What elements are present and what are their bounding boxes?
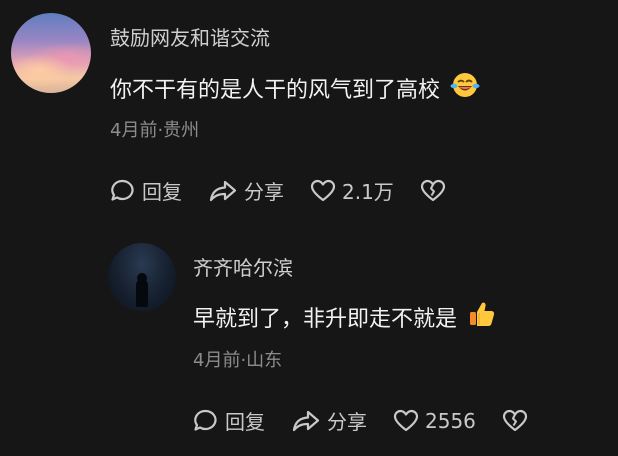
like-count: 2.1万 [342, 180, 394, 204]
thumbs-up-emoji-icon [467, 299, 497, 335]
like-button[interactable]: 2.1万 [310, 176, 394, 205]
share-label: 分享 [244, 180, 284, 204]
reply-reply-button[interactable]: 回复 [193, 406, 265, 435]
avatar[interactable] [11, 13, 91, 93]
like-count: 2556 [425, 408, 476, 433]
reply-dislike-button[interactable] [502, 409, 534, 433]
avatar-figure [136, 279, 148, 307]
comment-text-body: 你不干有的是人干的风气到了高校 [110, 78, 441, 103]
dislike-button[interactable] [420, 179, 452, 203]
reply-text-body: 早就到了，非升即走不就是 [193, 307, 458, 332]
reply-avatar[interactable] [108, 243, 176, 311]
share-button[interactable]: 分享 [208, 176, 284, 205]
share-label: 分享 [327, 410, 367, 434]
reply-label: 回复 [225, 410, 265, 434]
reply-share-button[interactable]: 分享 [291, 406, 367, 435]
reply-username[interactable]: 齐齐哈尔滨 [193, 252, 293, 281]
heart-icon [393, 409, 419, 431]
broken-heart-icon [502, 409, 528, 431]
reply-actions: 回复 分享 2556 [193, 406, 560, 435]
comment-username[interactable]: 鼓励网友和谐交流 [110, 22, 270, 51]
share-arrow-icon [292, 410, 320, 431]
heart-icon [310, 179, 336, 201]
share-arrow-icon [209, 180, 237, 201]
broken-heart-icon [420, 179, 445, 201]
reply-text: 早就到了，非升即走不就是 [193, 299, 497, 335]
laughing-crying-emoji-icon [450, 70, 480, 106]
comment-bubble-icon [194, 409, 217, 431]
comment-meta: 4月前·贵州 [110, 120, 200, 141]
reply-meta: 4月前·山东 [193, 350, 283, 371]
comment-text: 你不干有的是人干的风气到了高校 [110, 70, 480, 106]
reply-button[interactable]: 回复 [110, 176, 182, 205]
reply-like-button[interactable]: 2556 [393, 409, 476, 433]
comment-bubble-icon [111, 179, 134, 201]
reply-label: 回复 [142, 180, 182, 204]
comment-actions: 回复 分享 2.1万 [110, 176, 478, 205]
